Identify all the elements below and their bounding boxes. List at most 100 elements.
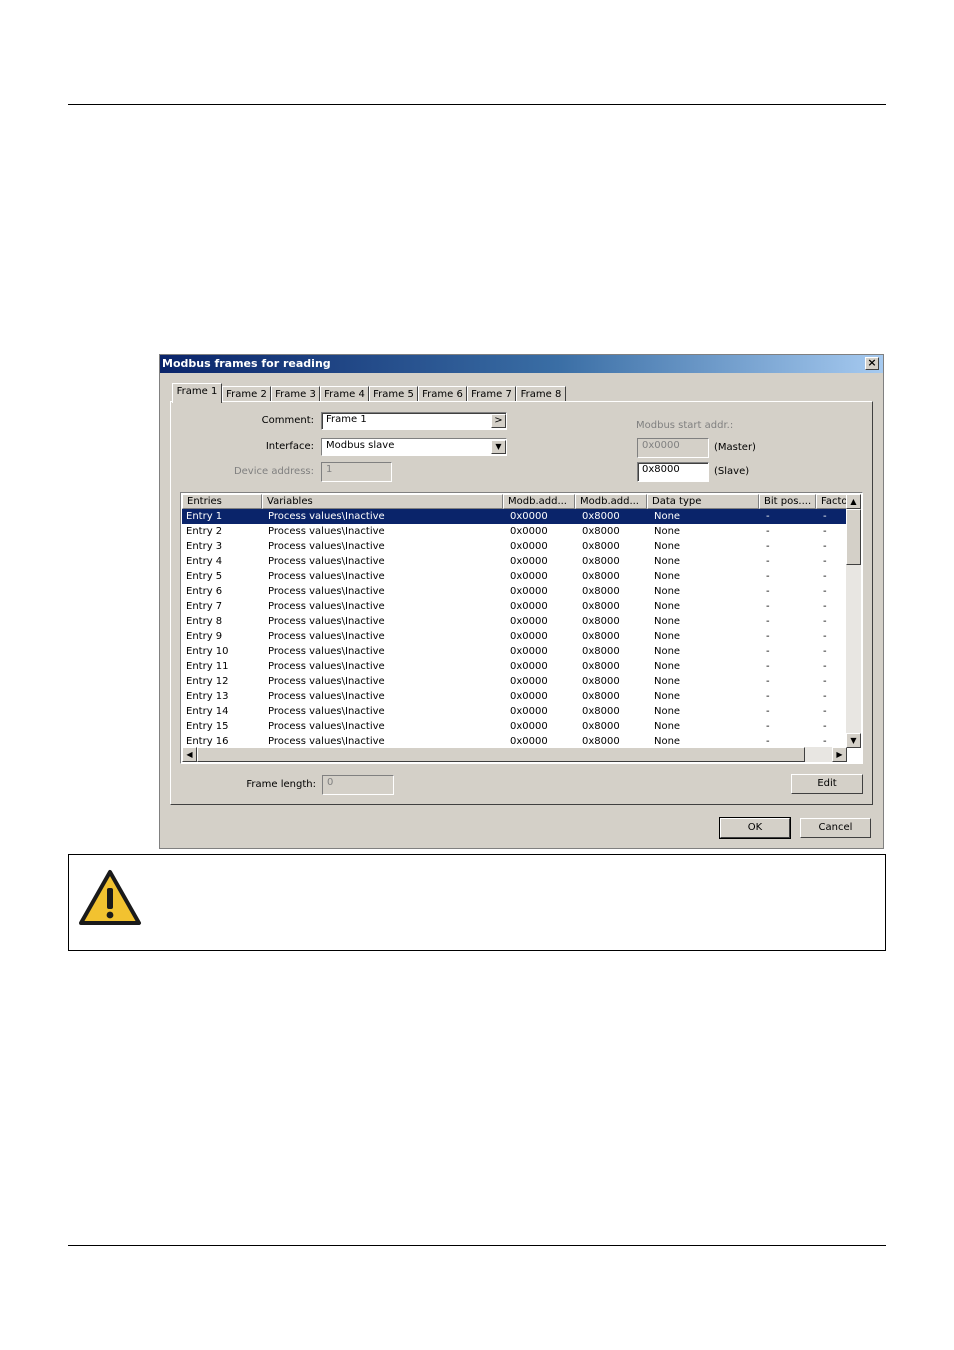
column-header[interactable]: Modb.add... xyxy=(503,494,575,509)
table-cell: 0x8000 xyxy=(582,646,620,657)
ok-button[interactable]: OK xyxy=(720,818,790,838)
comment-label: Comment: xyxy=(261,415,314,426)
interface-select[interactable]: Modbus slave xyxy=(321,438,507,456)
table-cell: None xyxy=(654,616,681,627)
warning-triangle-icon xyxy=(79,870,141,925)
table-cell: Entry 13 xyxy=(186,691,229,702)
table-cell: Entry 14 xyxy=(186,706,229,717)
table-row[interactable]: Entry 13 Process values\Inactive 0x0000 0x8… xyxy=(182,689,848,704)
table-cell: 0x8000 xyxy=(582,541,620,552)
table-cell: 0x0000 xyxy=(510,586,548,597)
table-cell: - xyxy=(766,571,770,582)
column-header[interactable]: Modb.add... xyxy=(575,494,647,509)
table-cell: - xyxy=(766,646,770,657)
cancel-button[interactable]: Cancel xyxy=(800,818,871,838)
table-cell: 0x8000 xyxy=(582,556,620,567)
table-row[interactable]: Entry 3 Process values\Inactive 0x0000 0x80… xyxy=(182,539,848,554)
table-cell: 0x0000 xyxy=(510,661,548,672)
table-row[interactable]: Entry 12 Process values\Inactive 0x0000 0x8… xyxy=(182,674,848,689)
tab-frame-7[interactable]: Frame 7 xyxy=(467,386,516,402)
tab-frame-8[interactable]: Frame 8 xyxy=(516,386,566,402)
table-row[interactable]: Entry 15 Process values\Inactive 0x0000 0x8… xyxy=(182,719,848,734)
table-cell: None xyxy=(654,541,681,552)
table-cell: Entry 1 xyxy=(186,511,223,522)
table-cell: 0x8000 xyxy=(582,676,620,687)
table-cell: 0x0000 xyxy=(510,631,548,642)
table-header: Entries Variables Modb.add... Modb.add... Da… xyxy=(182,494,856,509)
comment-browse-button[interactable]: > xyxy=(491,414,506,428)
table-cell: 0x0000 xyxy=(510,601,548,612)
horizontal-scroll-thumb[interactable] xyxy=(197,747,805,762)
table-cell: - xyxy=(766,706,770,717)
scroll-left-icon[interactable]: ◀ xyxy=(182,747,197,762)
vertical-scroll-thumb[interactable] xyxy=(846,509,861,565)
device-address-field: 1 xyxy=(321,462,392,482)
frame-length-field: 0 xyxy=(322,775,394,795)
column-header[interactable]: Entries xyxy=(182,494,262,509)
table-cell: Entry 10 xyxy=(186,646,229,657)
tab-frame-3[interactable]: Frame 3 xyxy=(271,386,320,402)
master-label: (Master) xyxy=(714,442,756,453)
table-cell: None xyxy=(654,661,681,672)
table-row[interactable]: Entry 5 Process values\Inactive 0x0000 0x80… xyxy=(182,569,848,584)
table-cell: Process values\Inactive xyxy=(268,511,385,522)
table-cell: None xyxy=(654,526,681,537)
horizontal-scrollbar[interactable]: ◀ ▶ xyxy=(182,747,847,762)
scroll-right-icon[interactable]: ▶ xyxy=(832,747,847,762)
dialog-titlebar[interactable]: Modbus frames for reading × xyxy=(160,355,883,373)
table-cell: Process values\Inactive xyxy=(268,586,385,597)
table-cell: None xyxy=(654,571,681,582)
table-row[interactable]: Entry 7 Process values\Inactive 0x0000 0x80… xyxy=(182,599,848,614)
tab-frame-5[interactable]: Frame 5 xyxy=(369,386,418,402)
table-cell: Entry 5 xyxy=(186,571,223,582)
tab-frame-4[interactable]: Frame 4 xyxy=(320,386,369,402)
vertical-scrollbar[interactable]: ▲ ▼ xyxy=(846,494,861,748)
column-header[interactable]: Variables xyxy=(262,494,503,509)
table-cell: Process values\Inactive xyxy=(268,691,385,702)
table-cell: 0x0000 xyxy=(510,571,548,582)
table-row[interactable]: Entry 2 Process values\Inactive 0x0000 0x80… xyxy=(182,524,848,539)
table-cell: - xyxy=(766,511,770,522)
table-row[interactable]: Entry 6 Process values\Inactive 0x0000 0x80… xyxy=(182,584,848,599)
table-cell: - xyxy=(766,691,770,702)
modbus-frames-dialog: Modbus frames for reading × Frame 1 Frame… xyxy=(159,354,884,849)
table-cell: - xyxy=(766,721,770,732)
table-cell: Entry 3 xyxy=(186,541,223,552)
scroll-up-icon[interactable]: ▲ xyxy=(846,494,861,509)
tab-frame-6[interactable]: Frame 6 xyxy=(418,386,467,402)
table-cell: 0x0000 xyxy=(510,511,548,522)
table-row[interactable]: Entry 1 Process values\Inactive 0x0000 0x80… xyxy=(182,509,848,524)
table-cell: 0x8000 xyxy=(582,601,620,612)
table-row[interactable]: Entry 9 Process values\Inactive 0x0000 0x80… xyxy=(182,629,848,644)
table-cell: 0x0000 xyxy=(510,691,548,702)
scroll-down-icon[interactable]: ▼ xyxy=(846,733,861,748)
tab-frame-2[interactable]: Frame 2 xyxy=(222,386,271,402)
table-cell: Entry 9 xyxy=(186,631,223,642)
table-cell: Process values\Inactive xyxy=(268,721,385,732)
device-address-label: Device address: xyxy=(233,466,314,477)
table-row[interactable]: Entry 8 Process values\Inactive 0x0000 0x80… xyxy=(182,614,848,629)
table-cell: 0x0000 xyxy=(510,706,548,717)
table-cell: - xyxy=(766,586,770,597)
chevron-down-icon[interactable]: ▼ xyxy=(491,440,506,454)
table-cell: - xyxy=(766,616,770,627)
table-cell: Entry 7 xyxy=(186,601,223,612)
table-row[interactable]: Entry 4 Process values\Inactive 0x0000 0x80… xyxy=(182,554,848,569)
table-row[interactable]: Entry 11 Process values\Inactive 0x0000 0x8… xyxy=(182,659,848,674)
comment-field[interactable]: Frame 1 xyxy=(321,412,507,430)
table-row[interactable]: Entry 10 Process values\Inactive 0x0000 0x8… xyxy=(182,644,848,659)
table-cell: Entry 6 xyxy=(186,586,223,597)
tab-frame-1[interactable]: Frame 1 xyxy=(172,383,222,403)
interface-label: Interface: xyxy=(265,441,314,452)
table-cell: 0x0000 xyxy=(510,676,548,687)
column-header[interactable]: Data type xyxy=(647,494,759,509)
slave-address-field[interactable]: 0x8000 xyxy=(637,462,709,482)
edit-button[interactable]: Edit xyxy=(791,774,863,794)
table-cell: - xyxy=(766,676,770,687)
table-cell: - xyxy=(766,541,770,552)
table-cell: 0x0000 xyxy=(510,541,548,552)
table-cell: 0x8000 xyxy=(582,586,620,597)
close-button[interactable]: × xyxy=(865,357,879,370)
column-header[interactable]: Bit pos.... xyxy=(759,494,816,509)
table-row[interactable]: Entry 14 Process values\Inactive 0x0000 0x8… xyxy=(182,704,848,719)
